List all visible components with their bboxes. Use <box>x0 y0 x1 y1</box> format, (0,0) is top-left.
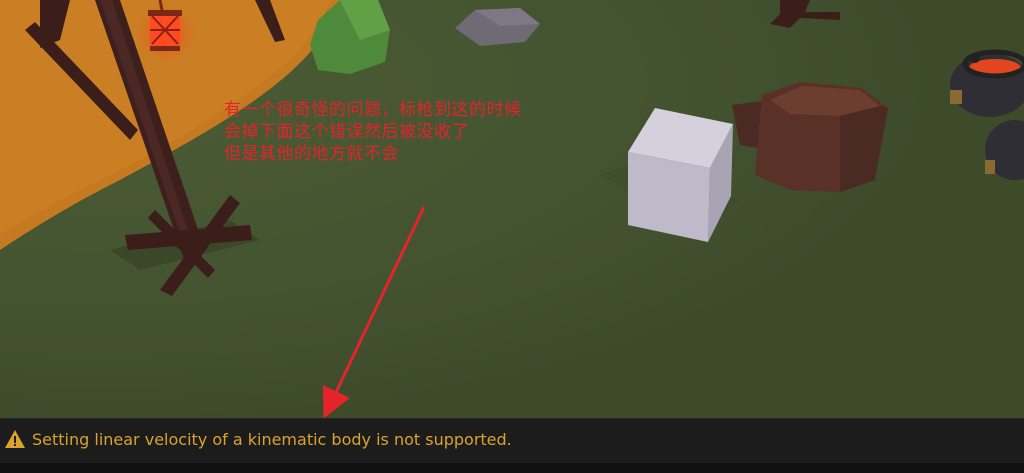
game-viewport[interactable]: 有一个很奇怪的问题，标枪到这的时候 会掉下面这个错误然后被没收了 但是其他的地方… <box>0 0 1024 418</box>
annotation-line: 有一个很奇怪的问题，标枪到这的时候 <box>224 100 522 120</box>
annotation-line: 会掉下面这个错误然后被没收了 <box>224 122 469 142</box>
annotation-text: 有一个很奇怪的问题，标枪到这的时候 会掉下面这个错误然后被没收了 但是其他的地方… <box>224 99 644 165</box>
console-warning-entry[interactable]: Setting linear velocity of a kinematic b… <box>4 427 512 451</box>
console-message: Setting linear velocity of a kinematic b… <box>32 429 512 449</box>
console-status-bar: Setting linear velocity of a kinematic b… <box>0 418 1024 473</box>
warning-icon <box>5 430 25 448</box>
annotation-line: 但是其他的地方就不会 <box>224 144 399 164</box>
game-scene <box>0 0 1024 418</box>
